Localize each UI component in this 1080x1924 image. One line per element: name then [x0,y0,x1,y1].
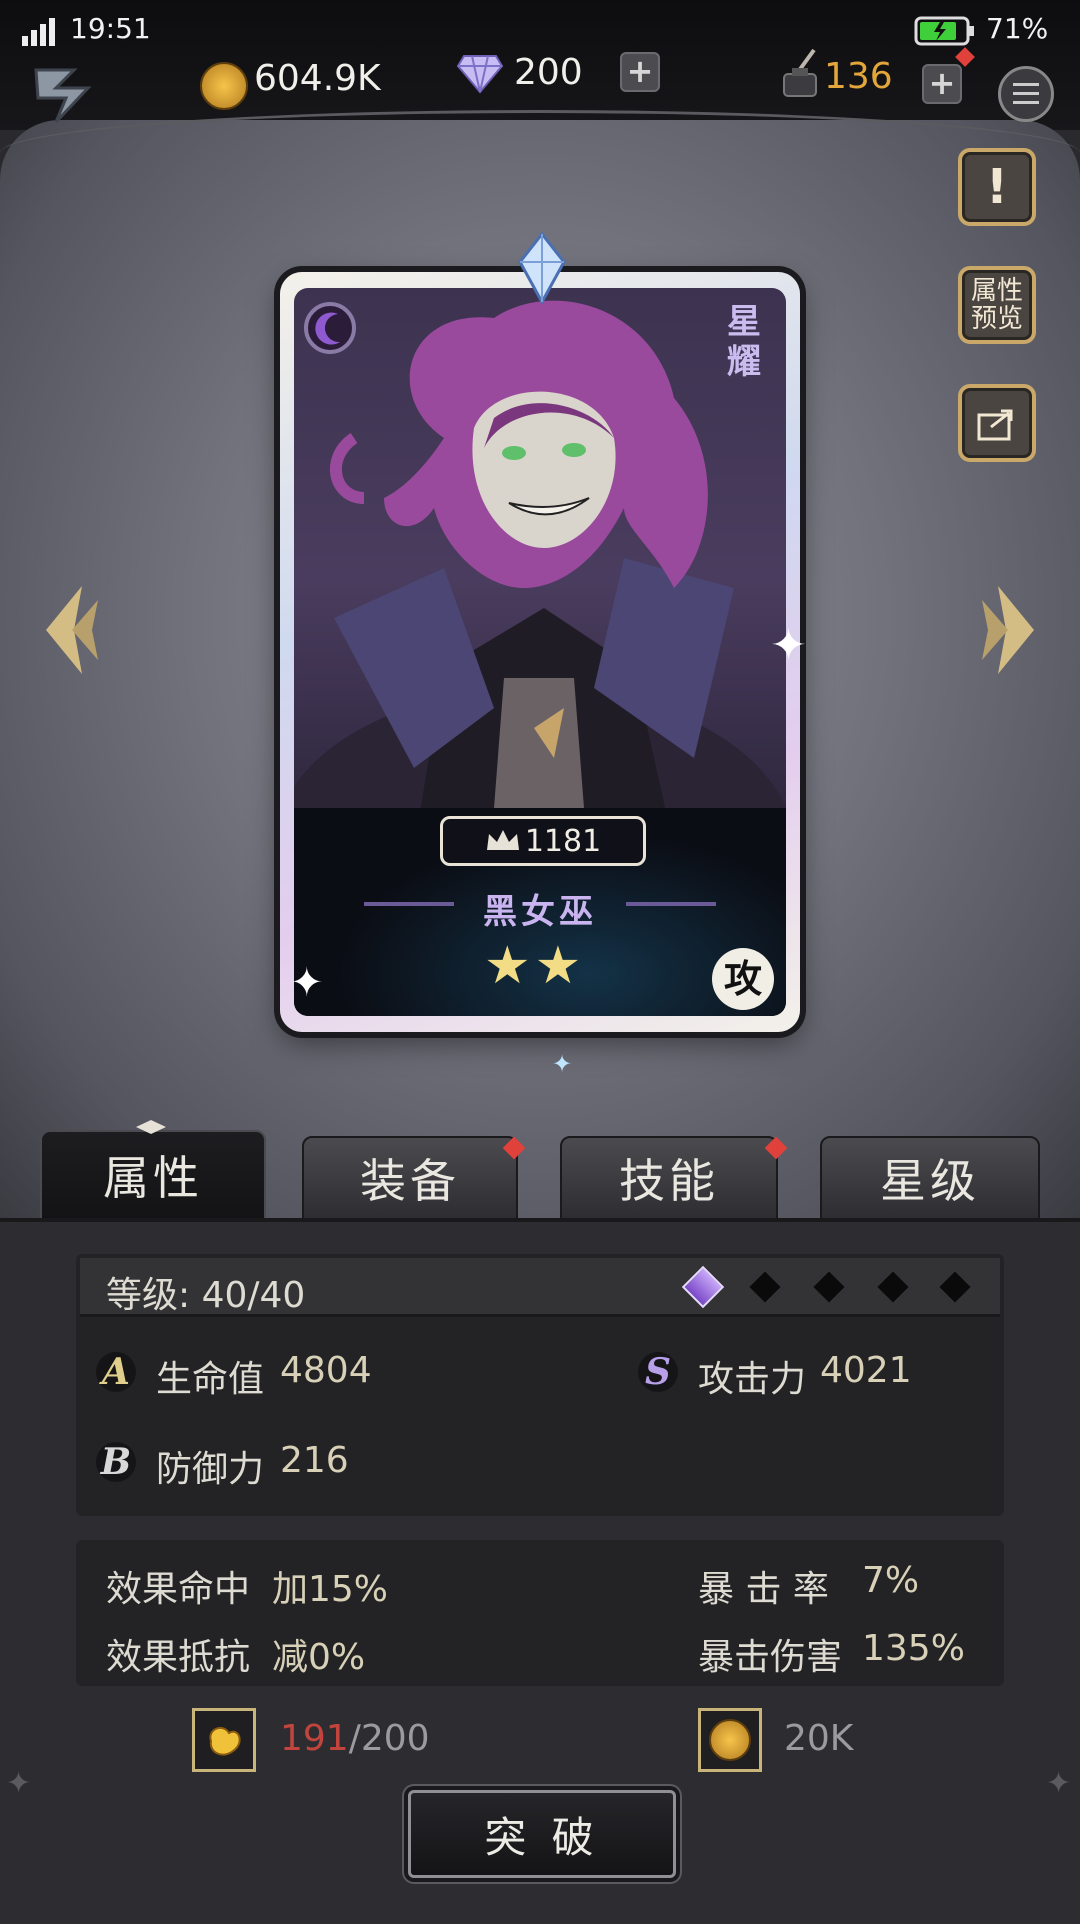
corner-ornament-left: ✦ [6,1766,32,1801]
material-need: /200 [348,1718,430,1759]
level-label: 等级: 40/40 [106,1275,306,1316]
diamond-icon [456,52,504,98]
role-badge: 攻 [712,948,774,1010]
power-value: 1181 [524,823,602,859]
attribute-preview-button[interactable]: 属性 预览 [958,266,1036,344]
effect-resist-value: 减0% [272,1637,366,1678]
next-hero-button[interactable] [978,580,1042,684]
star-rating: ★★ [484,936,586,996]
crit-damage-value: 135% [862,1628,965,1669]
gold-cost: 20K [784,1718,854,1759]
menu-button[interactable] [998,66,1054,122]
tab-skills[interactable]: 技能 [560,1136,778,1220]
def-label: 防御力 [156,1449,265,1490]
sparkle-icon: ✦ [290,960,324,1006]
effect-hit-value: 加15% [272,1569,389,1610]
crit-rate-value: 7% [862,1560,920,1601]
grade-b-badge: B [96,1442,136,1482]
crit-damage-label: 暴击伤害 [698,1637,843,1678]
gold-coin-icon [200,62,248,110]
crown-icon [486,830,519,850]
hero-name: 黑女巫 [483,892,597,932]
hero-portrait [294,300,786,848]
signal-icon [22,14,62,50]
battery-icon [914,14,976,52]
sparkle-icon: ✦ [552,1050,573,1078]
hp-label: 生命值 [156,1359,265,1400]
add-gems-button[interactable]: + [620,52,660,92]
effect-hit-label: 效果命中 [106,1569,251,1610]
double-chevron-left-icon [46,586,98,674]
crit-rate-label: 暴 击 率 [698,1569,829,1610]
def-value: 216 [280,1440,349,1481]
share-button[interactable] [958,384,1036,462]
hero-portrait-frame: 星 耀 1181 黑女巫 ★★ 攻 [294,288,786,1016]
tab-star-level[interactable]: 星级 [820,1136,1040,1220]
material-item[interactable] [192,1708,256,1772]
name-ornament-right [626,902,716,906]
tab-equipment[interactable]: 装备 [302,1136,518,1220]
back-arrow-icon [34,68,92,124]
info-button[interactable]: ! [958,148,1036,226]
ink-amount: 136 [824,56,893,97]
material-have: 191 [280,1718,349,1759]
previous-hero-button[interactable] [38,580,102,684]
power-box: 1181 [440,816,646,866]
ink-bottle-icon [778,48,822,104]
effect-resist-label: 效果抵抗 [106,1637,251,1678]
battery-percent: 71% [986,12,1049,45]
material-count: 191/200 [280,1718,430,1759]
double-chevron-right-icon [982,586,1034,674]
gem-amount: 200 [514,52,583,93]
back-button[interactable] [26,60,102,130]
tab-attributes[interactable]: 属性 [40,1130,266,1220]
bean-icon [209,1726,241,1756]
sparkle-icon: ✦ [770,620,807,671]
corner-ornament-right: ✦ [1046,1766,1072,1801]
gold-cost-item[interactable] [698,1708,762,1772]
atk-label: 攻击力 [698,1359,807,1400]
hp-value: 4804 [280,1350,372,1391]
clock: 19:51 [70,12,151,45]
gold-amount: 604.9K [254,58,381,99]
card-crystal-icon [512,231,572,308]
hero-card: 星 耀 1181 黑女巫 ★★ 攻 [280,231,800,1032]
share-icon [977,409,1013,441]
add-ink-button[interactable]: + [922,64,962,104]
name-ornament-left [364,902,454,906]
gold-coin-icon [709,1719,751,1761]
breakthrough-button[interactable]: 突 破 [408,1790,676,1878]
atk-value: 4021 [820,1350,912,1391]
grade-s-badge: S [638,1352,678,1392]
hamburger-icon [1013,83,1039,104]
grade-a-badge: A [96,1352,136,1392]
rank-label: 星 耀 [727,302,761,382]
